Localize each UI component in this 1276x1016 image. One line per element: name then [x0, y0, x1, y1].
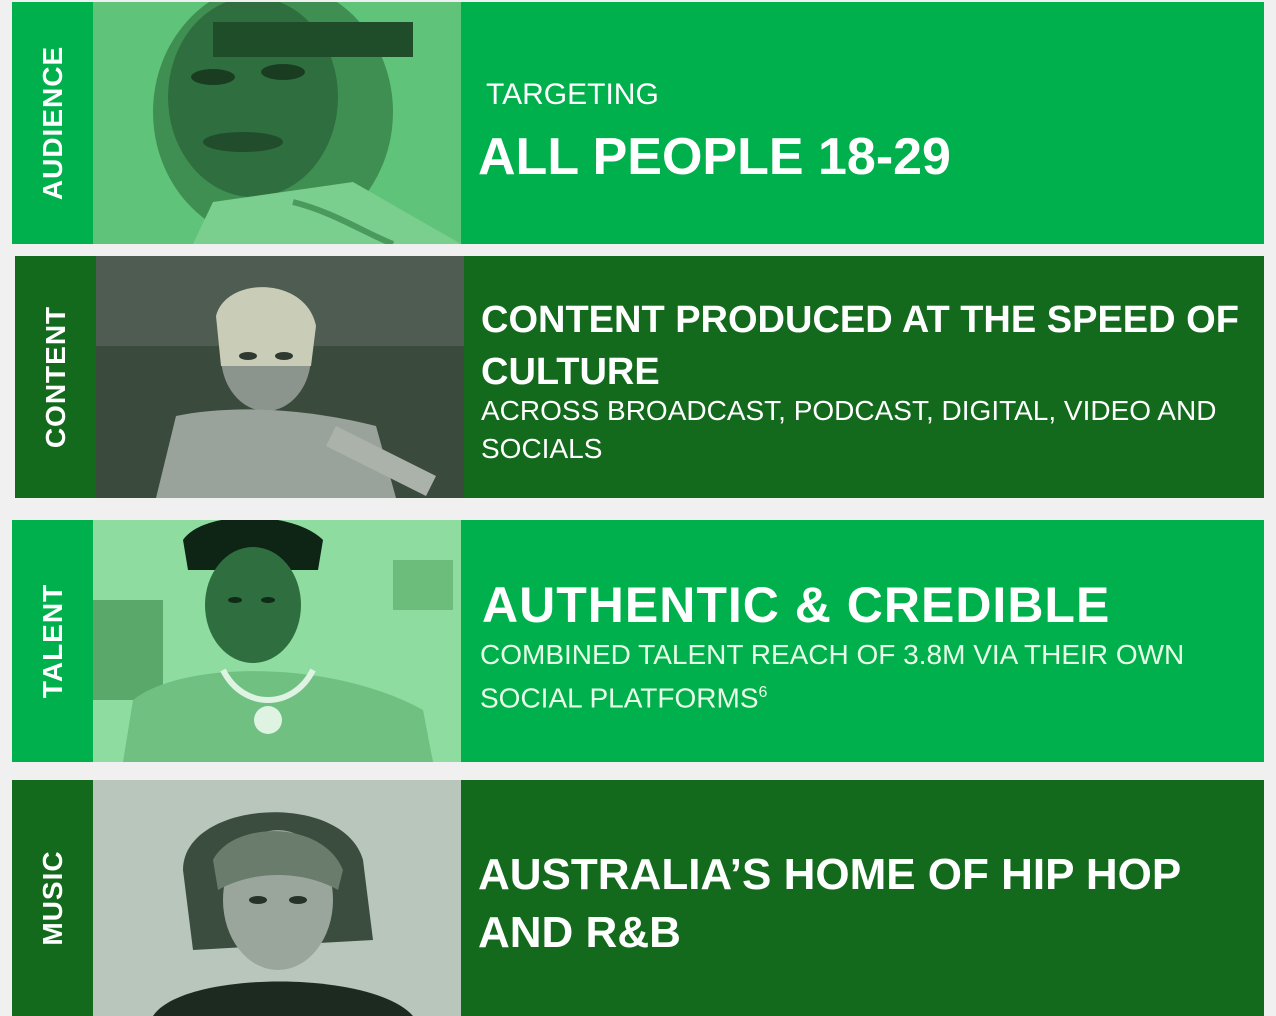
- talent-subtext: COMBINED TALENT REACH OF 3.8M VIA THEIR …: [480, 636, 1240, 717]
- content-text: CONTENT PRODUCED AT THE SPEED OF CULTURE…: [464, 256, 1264, 498]
- content-subtext: ACROSS BROADCAST, PODCAST, DIGITAL, VIDE…: [481, 395, 1217, 464]
- audience-panel: AUDIENCE TARGETING ALL PEOPLE 18-29: [12, 2, 1264, 244]
- music-panel: MUSIC AUSTRALIA’S HOME OF HIP HOP AND R&…: [12, 780, 1264, 1016]
- music-text: AUSTRALIA’S HOME OF HIP HOP AND R&B: [461, 780, 1264, 1016]
- talent-subtext-body: COMBINED TALENT REACH OF 3.8M VIA THEIR …: [480, 639, 1185, 714]
- music-photo: [93, 780, 461, 1016]
- audience-headline: ALL PEOPLE 18-29: [478, 128, 951, 186]
- audience-label: AUDIENCE: [36, 45, 68, 201]
- talent-side-label: TALENT: [12, 520, 93, 762]
- content-label: CONTENT: [39, 305, 71, 449]
- talent-text: AUTHENTIC & CREDIBLE COMBINED TALENT REA…: [461, 520, 1264, 762]
- talent-label: TALENT: [36, 583, 68, 699]
- audience-photo: [93, 2, 461, 244]
- audience-side-label: AUDIENCE: [12, 2, 93, 244]
- audience-text: TARGETING ALL PEOPLE 18-29: [461, 2, 1264, 244]
- content-side-label: CONTENT: [15, 256, 96, 498]
- content-headline: CONTENT PRODUCED AT THE SPEED OF CULTURE: [481, 299, 1239, 393]
- audience-kicker: TARGETING: [486, 78, 659, 111]
- talent-panel: TALENT AUTHENTIC & CREDIBLE COMBINED TAL…: [12, 520, 1264, 762]
- music-headline: AUSTRALIA’S HOME OF HIP HOP AND R&B: [478, 850, 1181, 957]
- content-photo: [96, 256, 464, 498]
- talent-photo: [93, 520, 461, 762]
- talent-footnote: 6: [758, 684, 768, 701]
- music-side-label: MUSIC: [12, 780, 93, 1016]
- content-panel: CONTENT CONTENT PRODUCED AT THE SPEED OF…: [15, 256, 1264, 498]
- music-label: MUSIC: [36, 850, 68, 946]
- talent-headline: AUTHENTIC & CREDIBLE: [482, 577, 1111, 633]
